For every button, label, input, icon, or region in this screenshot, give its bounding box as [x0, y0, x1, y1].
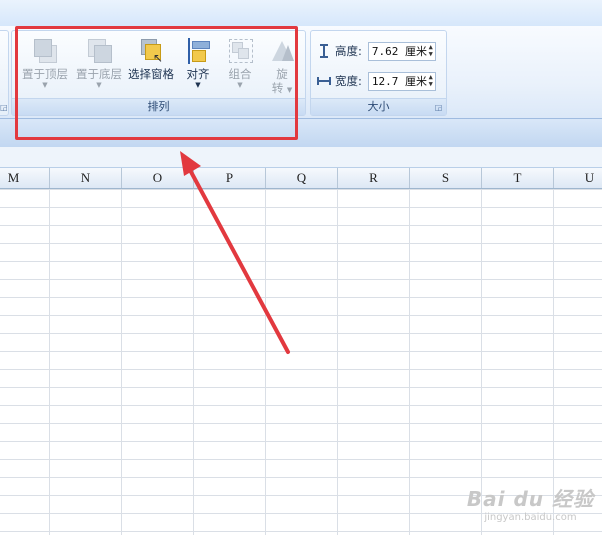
- height-value: 7.62 厘米: [371, 45, 427, 58]
- column-header-u[interactable]: U: [554, 168, 602, 188]
- formula-gap: [0, 147, 602, 168]
- left-partial-group: ◲: [0, 30, 9, 116]
- column-header-s[interactable]: S: [410, 168, 482, 188]
- height-spinner[interactable]: 7.62 厘米 ▲ ▼: [367, 41, 436, 61]
- height-row: 高度: 7.62 厘米 ▲ ▼: [317, 40, 436, 62]
- spinner-arrows-icon[interactable]: ▲ ▼: [429, 73, 433, 88]
- grid-line: [49, 189, 50, 535]
- column-header-r[interactable]: R: [338, 168, 410, 188]
- column-header-row: M N O P Q R S T U: [0, 168, 602, 189]
- width-spinner[interactable]: 12.7 厘米 ▲ ▼: [367, 71, 436, 91]
- spinner-arrows-icon[interactable]: ▲ ▼: [429, 43, 433, 58]
- shape-width-icon: [317, 74, 331, 88]
- column-header-n[interactable]: N: [50, 168, 122, 188]
- height-label: 高度:: [335, 44, 362, 58]
- watermark-logo-text: Bai du 经验: [466, 487, 594, 511]
- baidu-watermark: Bai du 经验 jingyan.baidu.com: [467, 483, 594, 523]
- grid-line: [409, 189, 410, 535]
- grid-line: [121, 189, 122, 535]
- width-value: 12.7 厘米: [371, 75, 427, 88]
- column-header-t[interactable]: T: [482, 168, 554, 188]
- column-header-p[interactable]: P: [194, 168, 266, 188]
- dialog-launcher-icon[interactable]: ◲: [0, 103, 8, 112]
- size-group-label: 大小: [311, 98, 446, 115]
- ribbon-tab-strip: [0, 0, 602, 27]
- grid-line: [193, 189, 194, 535]
- grid-line: [265, 189, 266, 535]
- width-row: 宽度: 12.7 厘米 ▲ ▼: [317, 70, 436, 92]
- column-header-o[interactable]: O: [122, 168, 194, 188]
- watermark-url: jingyan.baidu.com: [484, 512, 577, 523]
- column-header-q[interactable]: Q: [266, 168, 338, 188]
- column-header-m[interactable]: M: [0, 168, 50, 188]
- dialog-launcher-icon[interactable]: ◲: [434, 103, 443, 112]
- shape-height-icon: [317, 44, 331, 58]
- grid-line: [337, 189, 338, 535]
- width-label: 宽度:: [335, 74, 362, 88]
- size-group: 高度: 7.62 厘米 ▲ ▼ 宽度: 12.7 厘米 ▲ ▼ 大小 ◲: [310, 30, 447, 116]
- annotation-highlight-box: [15, 26, 298, 140]
